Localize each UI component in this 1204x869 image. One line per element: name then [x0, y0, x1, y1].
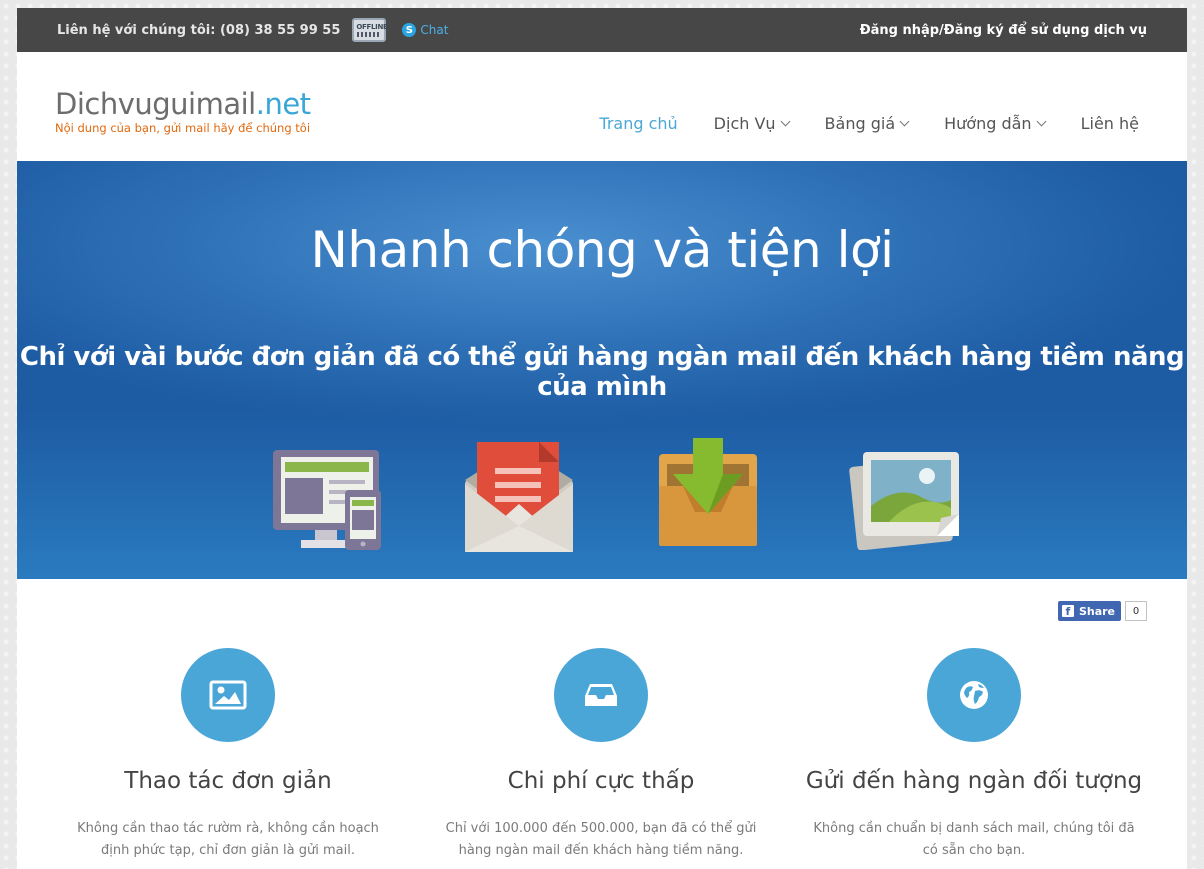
site-logo[interactable]: Dichvuguimail.net Nội dung của bạn, gửi … [55, 88, 311, 135]
site-header: Dichvuguimail.net Nội dung của bạn, gửi … [17, 52, 1187, 161]
nav-item-home[interactable]: Trang chủ [599, 114, 677, 133]
top-bar-contact: Liên hệ với chúng tôi: (08) 38 55 99 55 … [57, 18, 448, 42]
nav-label: Trang chủ [599, 114, 678, 133]
nav-item-services[interactable]: Dịch Vụ [713, 114, 790, 133]
hero-title: Nhanh chóng và tiện lợi [310, 221, 894, 279]
chevron-down-icon [899, 116, 910, 127]
main-nav: Trang chủ Dịch Vụ Bảng giá Hướng dẫn Liê… [563, 114, 1139, 133]
feature-card: Gửi đến hàng ngàn đối tượng Không cần ch… [788, 648, 1160, 862]
feature-description: Không cần chuẩn bị danh sách mail, chúng… [813, 821, 1135, 858]
nav-label: Hướng dẫn [944, 114, 1032, 133]
feature-icon-circle [181, 648, 275, 742]
feature-description: Không cần thao tác rườm rà, không cần ho… [77, 821, 379, 858]
feature-card: Thao tác đơn giản Không cần thao tác rườ… [42, 648, 414, 862]
page: Liên hệ với chúng tôi: (08) 38 55 99 55 … [17, 8, 1187, 869]
nav-label: Bảng giá [824, 114, 896, 133]
image-icon [209, 680, 247, 710]
hero-banner: Nhanh chóng và tiện lợi Chỉ với vài bước… [17, 161, 1187, 579]
photos-icon [849, 452, 959, 550]
nav-label: Liên hệ [1080, 114, 1139, 133]
feature-title: Thao tác đơn giản [124, 768, 332, 794]
logo-suffix: .net [255, 87, 311, 121]
logo-tagline: Nội dung của bạn, gửi mail hãy để chúng … [55, 121, 311, 135]
globe-icon [960, 681, 988, 709]
feature-title: Chi phí cực thấp [507, 768, 695, 794]
share-count: 0 [1125, 601, 1147, 621]
feature-card: Chi phí cực thấp Chỉ với 100.000 đến 500… [415, 648, 787, 862]
features-section: Thao tác đơn giản Không cần thao tác rườ… [17, 648, 1187, 869]
contact-phone: Liên hệ với chúng tôi: (08) 38 55 99 55 [57, 22, 341, 38]
nav-item-contact[interactable]: Liên hệ [1081, 114, 1139, 133]
hero-subtitle: Chỉ với vài bước đơn giản đã có thể gửi … [19, 342, 1185, 402]
inbox-download-icon [659, 438, 757, 546]
feature-icon-circle [927, 648, 1021, 742]
login-register-link[interactable]: Đăng nhập/Đăng ký để sử dụng dịch vụ [860, 23, 1147, 38]
facebook-icon: f [1061, 605, 1074, 617]
nav-label: Dịch Vụ [713, 114, 776, 133]
facebook-share-button[interactable]: f Share [1057, 601, 1121, 621]
chat-label: Chat [420, 23, 449, 37]
skype-chat-link[interactable]: S Chat [402, 23, 448, 37]
top-bar: Liên hệ với chúng tôi: (08) 38 55 99 55 … [17, 8, 1187, 52]
facebook-share: f Share 0 [1057, 601, 1147, 621]
feature-title: Gửi đến hàng ngàn đối tượng [805, 768, 1143, 794]
devices-icon [273, 450, 381, 550]
chevron-down-icon [1036, 116, 1047, 127]
skype-icon: S [402, 23, 417, 37]
offline-status-icon[interactable]: OFFLINE [352, 18, 388, 42]
mail-envelope-icon [465, 442, 573, 552]
logo-main-text: Dichvuguimail [55, 87, 256, 121]
nav-item-pricing[interactable]: Bảng giá [824, 114, 910, 133]
feature-icon-circle [554, 648, 648, 742]
chevron-down-icon [780, 116, 790, 127]
hero-icons [17, 436, 1187, 556]
nav-item-guide[interactable]: Hướng dẫn [944, 114, 1047, 133]
feature-description: Chỉ với 100.000 đến 500.000, bạn đã có t… [445, 821, 757, 858]
logo-text: Dichvuguimail.net [55, 88, 311, 120]
inbox-icon [585, 684, 617, 706]
share-label: Share [1078, 604, 1115, 618]
offline-badge-label: OFFLINE [356, 23, 388, 31]
